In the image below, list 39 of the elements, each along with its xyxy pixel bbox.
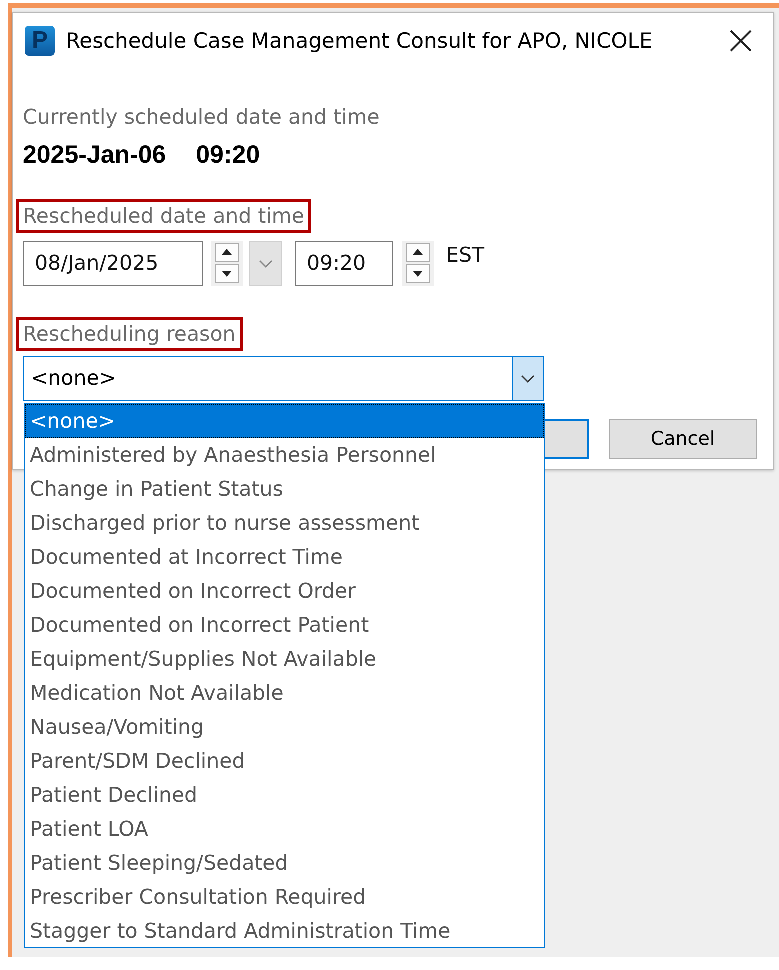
dropdown-option[interactable]: Change in Patient Status bbox=[25, 472, 544, 506]
reason-label: Rescheduling reason bbox=[16, 317, 243, 351]
current-label: Currently scheduled date and time bbox=[23, 104, 381, 131]
down-arrow-icon bbox=[413, 271, 423, 277]
app-logo: P bbox=[25, 26, 55, 56]
up-arrow-icon bbox=[222, 249, 232, 255]
dialog-button[interactable]: Cancel bbox=[609, 419, 757, 459]
reason-dropdown[interactable]: <none> bbox=[23, 356, 544, 401]
dropdown-option[interactable]: Nausea/Vomiting bbox=[25, 710, 544, 744]
rescheduled-label: Rescheduled date and time bbox=[16, 199, 312, 233]
timezone-label: EST bbox=[446, 242, 484, 269]
dropdown-option[interactable]: <none> bbox=[25, 404, 544, 438]
date-field[interactable]: 08/Jan/2025 bbox=[23, 241, 203, 286]
spin-up-button[interactable] bbox=[406, 243, 430, 262]
dropdown-option[interactable]: Medication Not Available bbox=[25, 676, 544, 710]
up-arrow-icon bbox=[413, 249, 423, 255]
window-title: Reschedule Case Management Consult for APO, NICOLE bbox=[66, 29, 654, 53]
chevron-icon bbox=[521, 374, 535, 382]
dropdown-option[interactable]: Equipment/Supplies Not Available bbox=[25, 642, 544, 676]
dropdown-option[interactable]: Discharged prior to nurse assessment bbox=[25, 506, 544, 540]
dropdown-option[interactable]: Administered by Anaesthesia Personnel bbox=[25, 438, 544, 472]
dropdown-option[interactable]: Patient Sleeping/Sedated bbox=[25, 846, 544, 880]
dropdown-option[interactable]: Documented on Incorrect Order bbox=[25, 574, 544, 608]
spin-down-button[interactable] bbox=[406, 264, 430, 283]
current-date: 2025-Jan-06 bbox=[23, 140, 166, 170]
dropdown-option[interactable]: Documented on Incorrect Patient bbox=[25, 608, 544, 642]
dropdown-option[interactable]: Patient LOA bbox=[25, 812, 544, 846]
time-field[interactable]: 09:20 bbox=[295, 241, 393, 286]
dropdown-option[interactable]: Patient Declined bbox=[25, 778, 544, 812]
dropdown-option[interactable]: Parent/SDM Declined bbox=[25, 744, 544, 778]
current-time: 09:20 bbox=[196, 140, 260, 170]
down-arrow-icon bbox=[222, 271, 232, 277]
spin-up-button[interactable] bbox=[215, 243, 239, 262]
dropdown-option[interactable]: Stagger to Standard Administration Time bbox=[25, 914, 544, 948]
chevron-icon bbox=[258, 260, 272, 268]
dropdown-option[interactable]: Documented at Incorrect Time bbox=[25, 540, 544, 574]
close-icon[interactable] bbox=[729, 29, 753, 53]
spin-down-button[interactable] bbox=[215, 264, 239, 283]
dropdown-option[interactable]: Prescriber Consultation Required bbox=[25, 880, 544, 914]
